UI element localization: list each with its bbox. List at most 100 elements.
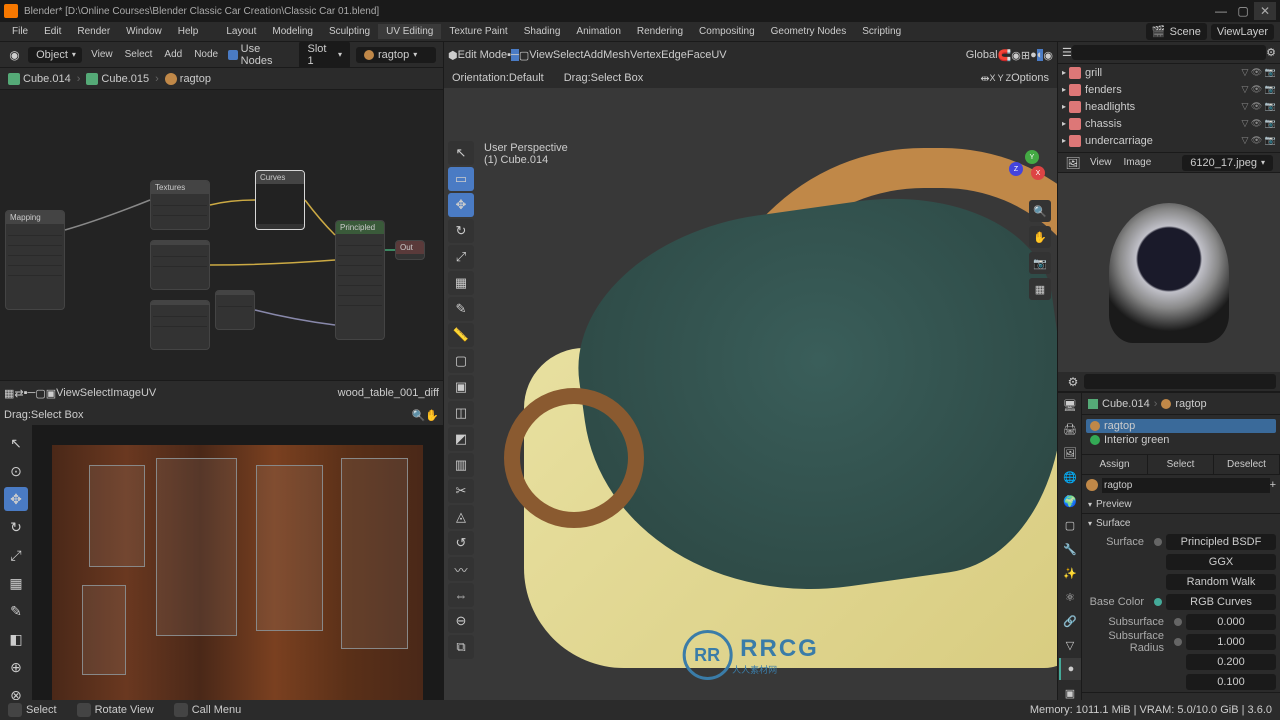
vp-tool-smooth[interactable]: 〰 [448,557,474,581]
vp-tool-select[interactable]: ▭ [448,167,474,191]
shader-type-dropdown[interactable]: Principled BSDF [1166,534,1276,550]
uv-zoom-icon[interactable]: 🔍 [412,409,426,422]
node-tex2[interactable] [150,240,210,290]
vp-tool-bevel[interactable]: ◩ [448,427,474,451]
vp-tool-slide[interactable]: ⇔ [448,583,474,607]
sel-face-icon[interactable]: ▢ [519,49,529,62]
img-image-menu[interactable]: Image [1118,155,1158,170]
material-slot[interactable]: ragtop [1086,419,1276,433]
workspace-animation[interactable]: Animation [568,24,628,39]
viewport-editor-type-icon[interactable]: ⬢ [448,49,458,62]
sel-edge-icon[interactable]: ─ [511,49,519,61]
tab-particles[interactable]: ✨ [1059,562,1081,584]
workspace-uv-editing[interactable]: UV Editing [378,24,441,39]
maximize-button[interactable]: ▢ [1232,2,1254,20]
vp-tool-polybuild[interactable]: ◬ [448,505,474,529]
vp-tool-cursor[interactable]: ↖ [448,141,474,165]
uv-select-menu[interactable]: Select [80,387,111,399]
axis-z-icon[interactable]: Z [1009,162,1023,176]
uv-drag-dropdown[interactable]: Select Box [31,409,84,421]
slot-dropdown[interactable]: Slot 1 [299,41,350,69]
zoom-icon[interactable]: 🔍 [1029,200,1051,222]
menu-file[interactable]: File [4,24,36,39]
select-button[interactable]: Select [1148,455,1214,474]
vp-tool-rotate[interactable]: ↻ [448,219,474,243]
node-bump[interactable] [215,290,255,330]
vp-tool-measure[interactable]: 📏 [448,323,474,347]
workspace-layout[interactable]: Layout [218,24,264,39]
3d-viewport[interactable]: User Perspective (1) Cube.014 ↖ ▭ ✥ ↻ ⤢ … [444,88,1057,720]
reference-image-view[interactable] [1058,173,1280,372]
outliner-item[interactable]: ▸fenders▽ 👁 📷 [1058,81,1280,98]
uv-uv-menu[interactable]: UV [141,387,156,399]
vp-select-menu[interactable]: Select [553,49,584,61]
node-mapping[interactable]: Mapping [5,210,65,310]
mirror-toggle-icon[interactable]: ⇹ [980,72,989,85]
vp-vertex-menu[interactable]: Vertex [630,49,661,61]
vp-tool-extrude[interactable]: ▣ [448,375,474,399]
tab-material[interactable]: ● [1059,658,1081,680]
tab-mesh[interactable]: ▽ [1059,634,1081,656]
uv-canvas[interactable] [52,445,423,700]
tab-render[interactable]: 🖥 [1059,394,1081,416]
vp-view-menu[interactable]: View [529,49,553,61]
node-link-icon[interactable] [1174,618,1182,626]
image-editor-icon[interactable]: 🖼 [1063,153,1083,173]
camera-icon[interactable]: 📷 [1029,252,1051,274]
scene-field[interactable]: 🎬Scene [1146,23,1207,40]
uv-tool-move[interactable]: ✥ [4,487,28,511]
subsurface-radius-b[interactable]: 0.100 [1186,674,1276,690]
viewlayer-field[interactable]: ViewLayer [1211,24,1274,40]
vp-tool-rip[interactable]: ⧉ [448,635,474,659]
outliner-item[interactable]: ▸headlights▽ 👁 📷 [1058,98,1280,115]
material-name-input[interactable] [1102,478,1270,493]
uv-tool-grab[interactable]: ⊕ [4,655,28,679]
nav-gizmo[interactable]: X Y Z [1007,148,1047,188]
workspace-shading[interactable]: Shading [516,24,569,39]
vp-tool-inset[interactable]: ◫ [448,401,474,425]
orientation-dropdown[interactable]: Global [966,49,998,61]
pan-icon[interactable]: ✋ [1029,226,1051,248]
distribution-dropdown[interactable]: GGX [1166,554,1276,570]
deselect-button[interactable]: Deselect [1214,455,1280,474]
workspace-modeling[interactable]: Modeling [264,24,321,39]
tab-object[interactable]: ▢ [1059,514,1081,536]
img-view-menu[interactable]: View [1084,155,1118,170]
axis-y-icon[interactable]: Y [1025,150,1039,164]
shader-add-menu[interactable]: Add [158,47,188,62]
uv-island[interactable] [82,585,127,674]
tab-world[interactable]: 🌍 [1059,490,1081,512]
minimize-button[interactable]: — [1210,2,1232,20]
node-link-icon[interactable] [1154,598,1162,606]
shader-select-menu[interactable]: Select [119,47,159,62]
mode-dropdown[interactable]: Edit Mode [458,49,508,61]
vp-tool-knife[interactable]: ✂ [448,479,474,503]
outliner-editor-icon[interactable]: ☰ [1062,46,1072,59]
uv-tool-rip[interactable]: ◧ [4,627,28,651]
uv-sel-face-icon[interactable]: ▢ [35,387,45,400]
vp-tool-shrink[interactable]: ⊖ [448,609,474,633]
node-tex3[interactable] [150,300,210,350]
vp-tool-spin[interactable]: ↺ [448,531,474,555]
tab-modifiers[interactable]: 🔧 [1059,538,1081,560]
options-dropdown[interactable]: Options [1011,72,1049,84]
workspace-scripting[interactable]: Scripting [854,24,909,39]
editor-type-icon[interactable]: ◉ [5,45,24,65]
shading-solid-icon[interactable]: ● [1030,49,1037,61]
node-rgb-curves[interactable]: Curves [255,170,305,230]
vp-mesh-menu[interactable]: Mesh [603,49,630,61]
workspace-geometry-nodes[interactable]: Geometry Nodes [763,24,855,39]
drag-mode-dropdown[interactable]: Select Box [591,72,644,84]
menu-render[interactable]: Render [69,24,118,39]
uv-sel-island-icon[interactable]: ▣ [46,387,56,400]
uv-sel-edge-icon[interactable]: ─ [28,387,36,399]
tab-output[interactable]: 🖨 [1059,418,1081,440]
snap-icon[interactable]: 🧲 [998,49,1012,62]
vp-tool-add-cube[interactable]: ▢ [448,349,474,373]
vp-edge-menu[interactable]: Edge [661,49,687,61]
mirror-x[interactable]: X [990,73,996,83]
workspace-texture-paint[interactable]: Texture Paint [441,24,515,39]
uv-tool-annotate[interactable]: ✎ [4,599,28,623]
tab-constraints[interactable]: 🔗 [1059,610,1081,632]
outliner-search[interactable] [1072,45,1266,60]
